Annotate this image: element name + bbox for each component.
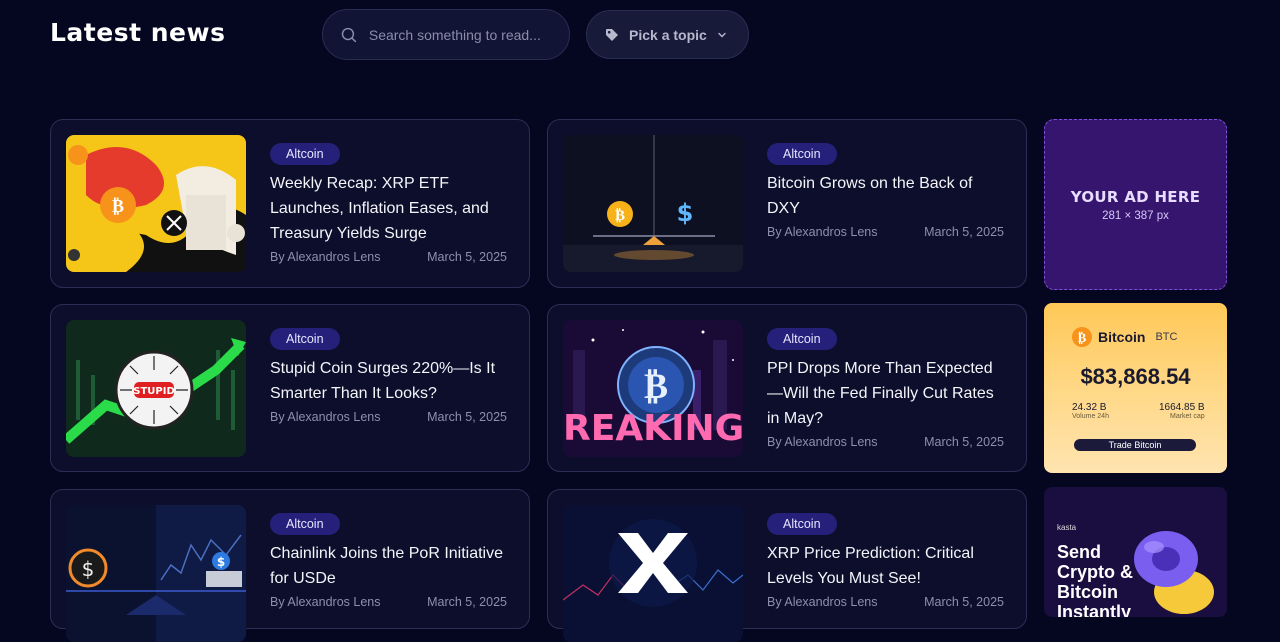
article-date: March 5, 2025 (427, 595, 507, 609)
article-card[interactable]: Altcoin XRP Price Prediction: Critical L… (547, 489, 1027, 642)
article-thumbnail[interactable]: ₿ $ (563, 135, 743, 272)
article-thumbnail[interactable]: ₿ REAKING (563, 320, 743, 457)
article-card[interactable]: $ $ Altcoin Chainlink Joins the PoR Init… (50, 489, 530, 642)
search-input[interactable] (366, 25, 569, 44)
category-badge[interactable]: Altcoin (270, 143, 340, 165)
article-thumbnail[interactable]: STUPID (66, 320, 246, 457)
article-title[interactable]: Stupid Coin Surges 220%—Is It Smarter Th… (270, 356, 510, 406)
article-thumbnail[interactable] (563, 505, 743, 642)
breaking-text: REAKING (563, 408, 743, 449)
svg-text:$: $ (217, 555, 225, 569)
kasta-headline-2: Crypto & (1057, 562, 1133, 582)
trade-bitcoin-button[interactable]: Trade Bitcoin (1074, 439, 1196, 451)
market-cap-value: 1664.85 B (1159, 402, 1205, 413)
kasta-logo: kasta (1057, 523, 1077, 532)
article-title[interactable]: Weekly Recap: XRP ETF Launches, Inflatio… (270, 171, 510, 246)
article-thumbnail[interactable]: ₿ (66, 135, 246, 272)
chevron-down-icon (718, 32, 726, 37)
article-card[interactable]: ₿ $ Altcoin Bitcoin Grows on the Back of… (547, 119, 1027, 288)
article-date: March 5, 2025 (924, 435, 1004, 449)
category-badge[interactable]: Altcoin (767, 513, 837, 535)
article-author: By Alexandros Lens (767, 595, 878, 609)
article-meta: By Alexandros Lens March 5, 2025 (270, 410, 507, 424)
bitcoin-header: ₿ Bitcoin BTC (1072, 327, 1177, 347)
svg-text:$: $ (82, 557, 95, 581)
article-date: March 5, 2025 (427, 410, 507, 424)
svg-text:$: $ (677, 199, 694, 227)
article-author: By Alexandros Lens (270, 410, 381, 424)
article-meta: By Alexandros Lens March 5, 2025 (767, 225, 1004, 239)
kasta-headline-1: Send (1057, 542, 1102, 562)
bitcoin-icon: ₿ (1072, 327, 1092, 347)
stupid-logo-text: STUPID (133, 386, 175, 397)
article-author: By Alexandros Lens (270, 595, 381, 609)
topic-label: Pick a topic (629, 26, 707, 43)
category-badge[interactable]: Altcoin (767, 328, 837, 350)
kasta-ad-banner[interactable]: kasta Send Crypto & Bitcoin Instantly (1044, 487, 1227, 617)
ad-placeholder[interactable]: YOUR AD HERE 281 × 387 px (1044, 119, 1227, 290)
svg-text:₿: ₿ (644, 366, 668, 407)
article-card[interactable]: ₿ REAKING Altcoin PPI Drops More Than Ex… (547, 304, 1027, 472)
article-date: March 5, 2025 (924, 595, 1004, 609)
coin-illustration-icon (1134, 531, 1214, 614)
coin-name: Bitcoin (1098, 329, 1146, 345)
category-badge[interactable]: Altcoin (270, 328, 340, 350)
category-badge[interactable]: Altcoin (270, 513, 340, 535)
article-title[interactable]: Bitcoin Grows on the Back of DXY (767, 171, 1007, 221)
tag-icon (606, 28, 618, 41)
article-thumbnail[interactable]: $ $ (66, 505, 246, 642)
article-meta: By Alexandros Lens March 5, 2025 (270, 595, 507, 609)
article-meta: By Alexandros Lens March 5, 2025 (767, 595, 1004, 609)
article-author: By Alexandros Lens (767, 435, 878, 449)
volume-value: 24.32 B (1072, 402, 1107, 413)
coin-symbol: BTC (1155, 331, 1178, 343)
article-title[interactable]: XRP Price Prediction: Critical Levels Yo… (767, 541, 1007, 591)
article-author: By Alexandros Lens (767, 225, 878, 239)
article-card[interactable]: ₿ Altcoin Weekly Recap: XRP ETF Launches… (50, 119, 530, 288)
article-meta: By Alexandros Lens March 5, 2025 (767, 435, 1004, 449)
topic-dropdown[interactable]: Pick a topic (586, 10, 749, 59)
svg-text:₿: ₿ (1078, 331, 1087, 346)
search-box[interactable] (322, 9, 570, 60)
ad-size: 281 × 387 px (1102, 209, 1169, 222)
article-card[interactable]: STUPID Altcoin Stupid Coin Surges 220%—I… (50, 304, 530, 472)
page-title: Latest news (50, 18, 226, 47)
article-meta: By Alexandros Lens March 5, 2025 (270, 250, 507, 264)
kasta-headline-4: Instantly (1057, 602, 1132, 617)
article-date: March 5, 2025 (427, 250, 507, 264)
bitcoin-price-widget: ₿ Bitcoin BTC $83,868.54 24.32 B Volume … (1044, 303, 1227, 473)
category-badge[interactable]: Altcoin (767, 143, 837, 165)
article-author: By Alexandros Lens (270, 250, 381, 264)
article-title[interactable]: PPI Drops More Than Expected—Will the Fe… (767, 356, 1007, 431)
coin-price: $83,868.54 (1080, 364, 1191, 389)
market-cap-stat: 1664.85 B Market cap (1159, 402, 1205, 420)
article-date: March 5, 2025 (924, 225, 1004, 239)
ad-title: YOUR AD HERE (1070, 187, 1201, 206)
volume-label: Volume 24h (1072, 413, 1109, 420)
search-icon (341, 27, 357, 42)
svg-text:₿: ₿ (112, 196, 124, 217)
svg-text:₿: ₿ (615, 206, 625, 224)
article-title[interactable]: Chainlink Joins the PoR Initiative for U… (270, 541, 510, 591)
kasta-headline-3: Bitcoin (1057, 582, 1118, 602)
volume-stat: 24.32 B Volume 24h (1072, 402, 1109, 420)
market-cap-label: Market cap (1169, 413, 1205, 420)
